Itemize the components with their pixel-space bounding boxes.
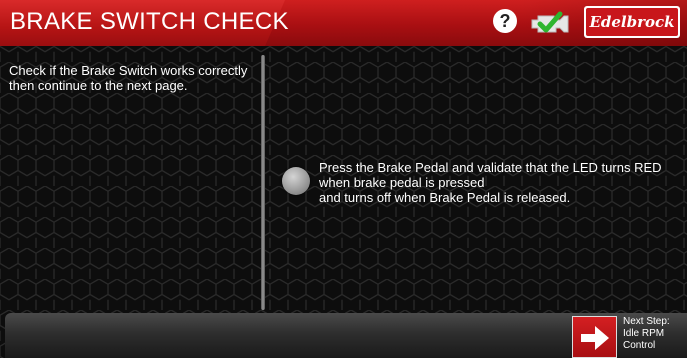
arrow-right-icon (581, 326, 609, 350)
panel-divider (261, 55, 265, 310)
header-bar: BRAKE SWITCH CHECK ? Edelbrock (0, 0, 687, 46)
logo-text: Edelbrock (586, 8, 678, 36)
next-step-line: Next Step: (623, 316, 670, 327)
left-instruction-line: Check if the Brake Switch works correctl… (9, 63, 248, 78)
brake-instruction-line: Press the Brake Pedal and validate that … (319, 160, 662, 190)
left-instruction-line: then continue to the next page. (9, 78, 188, 93)
brake-instruction: Press the Brake Pedal and validate that … (319, 160, 679, 205)
brake-instruction-line: and turns off when Brake Pedal is releas… (319, 190, 571, 205)
next-step-button[interactable] (572, 316, 617, 358)
next-step-label[interactable]: Next Step: Idle RPM Control (623, 316, 685, 352)
edelbrock-logo: Edelbrock (584, 6, 680, 38)
engine-check-icon[interactable] (528, 10, 572, 36)
left-instruction: Check if the Brake Switch works correctl… (9, 63, 249, 93)
page-title: BRAKE SWITCH CHECK (10, 8, 289, 35)
help-icon[interactable]: ? (493, 9, 517, 33)
next-step-line: Idle RPM (623, 328, 665, 339)
brake-led-indicator (282, 167, 310, 195)
next-step-line: Control (623, 340, 656, 351)
